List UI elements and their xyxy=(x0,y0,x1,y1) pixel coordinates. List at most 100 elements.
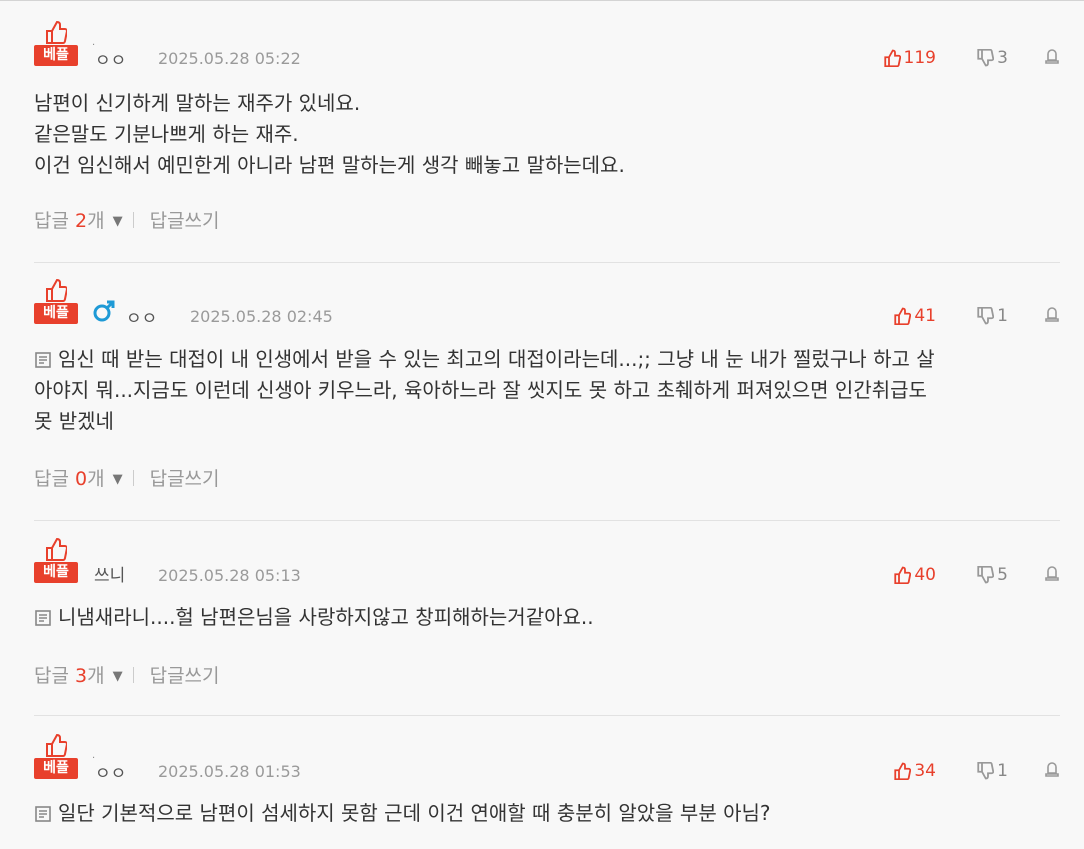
reply-label: 답글 xyxy=(34,468,69,490)
comment-line: 못 받겠네 xyxy=(34,409,114,433)
report-button[interactable] xyxy=(1044,565,1060,581)
report-button[interactable] xyxy=(1044,48,1060,64)
comment-date: 2025.05.28 01:53 xyxy=(158,762,301,781)
reply-label: 답글 xyxy=(34,665,69,687)
reply-bar: 답글 3개 ▼ 답글쓰기 xyxy=(34,661,220,688)
downvote-button[interactable]: 3 xyxy=(976,48,1008,68)
comment-date: 2025.05.28 05:13 xyxy=(158,566,301,585)
caret-down-icon: ▼ xyxy=(112,669,123,684)
reply-unit: 개 xyxy=(87,468,105,490)
comment-line: 이건 임신해서 예민한게 아니라 남편 말하는게 생각 빼놓고 말하는데요. xyxy=(34,153,625,177)
thumbs-up-icon xyxy=(46,20,67,44)
reply-toggle[interactable]: 답글 2개 ▼ xyxy=(34,210,129,232)
comment-header: 베플 · ㅇㅇ 2025.05.28 01:53 34 1 xyxy=(34,733,1060,784)
downvote-count: 3 xyxy=(997,48,1008,68)
comment-1: 베플 · ㅇㅇ 2025.05.28 05:22 119 3 남편이 신기하게 … xyxy=(34,20,1060,232)
thumbs-down-icon xyxy=(977,49,995,67)
reply-toggle[interactable]: 답글 3개 ▼ xyxy=(34,665,129,687)
comment-header: 베플 쓰니 2025.05.28 05:13 40 5 xyxy=(34,537,1060,586)
reply-count: 3 xyxy=(75,665,88,687)
comment-line: 남편이 신기하게 말하는 재주가 있네요. xyxy=(34,91,361,115)
comment-3: 베플 쓰니 2025.05.28 05:13 40 5 니냄새라니....헐 남… xyxy=(34,537,1060,687)
author-name[interactable]: 쓰니 xyxy=(94,561,125,586)
divider xyxy=(132,667,134,683)
caret-down-icon: ▼ xyxy=(112,214,123,229)
thumbs-up-icon xyxy=(46,733,67,757)
thumbs-up-icon xyxy=(894,307,912,325)
comment-divider xyxy=(34,715,1060,716)
comment-date: 2025.05.28 05:22 xyxy=(158,49,301,68)
downvote-button[interactable]: 1 xyxy=(976,306,1008,326)
downvote-count: 1 xyxy=(997,761,1008,781)
comment-line: 아야지 뭐...지금도 이런데 신생아 키우느라, 육아하느라 잘 씻지도 못 … xyxy=(34,378,927,402)
reply-count: 0 xyxy=(75,468,88,490)
reply-toggle[interactable]: 답글 0개 ▼ xyxy=(34,468,129,490)
downvote-button[interactable]: 1 xyxy=(976,761,1008,781)
best-badge-label: 베플 xyxy=(34,303,78,324)
downvote-button[interactable]: 5 xyxy=(976,565,1008,585)
author-name[interactable]: ㅇㅇ xyxy=(126,304,157,329)
comment-body: 임신 때 받는 대접이 내 인생에서 받을 수 있는 최고의 대접이라는데...… xyxy=(34,344,1060,437)
comment-body: 니냄새라니....헐 남편은님을 사랑하지않고 창피해하는거같아요.. xyxy=(34,602,1060,633)
best-badge-label: 베플 xyxy=(34,562,78,583)
reply-count: 2 xyxy=(75,210,88,232)
best-badge: 베플 xyxy=(34,20,78,68)
thumbs-up-icon xyxy=(46,537,67,561)
thumbs-down-icon xyxy=(977,762,995,780)
reply-unit: 개 xyxy=(87,665,105,687)
comment-line-text: 임신 때 받는 대접이 내 인생에서 받을 수 있는 최고의 대접이라는데...… xyxy=(58,347,935,371)
comment-line: 일단 기본적으로 남편이 섬세하지 못함 근데 이건 연애할 때 충분히 알았을… xyxy=(34,798,1060,829)
report-icon xyxy=(1045,49,1059,64)
best-badge-label: 베플 xyxy=(34,45,78,66)
downvote-count: 1 xyxy=(997,306,1008,326)
report-icon xyxy=(1045,566,1059,581)
downvote-count: 5 xyxy=(997,565,1008,585)
best-badge-label: 베플 xyxy=(34,758,78,779)
thumbs-up-icon xyxy=(883,49,901,67)
memo-icon xyxy=(35,806,51,822)
comment-line-text: 일단 기본적으로 남편이 섬세하지 못함 근데 이건 연애할 때 충분히 알았을… xyxy=(58,801,771,825)
best-badge: 베플 xyxy=(34,733,78,781)
upvote-count: 41 xyxy=(914,306,936,326)
upvote-button[interactable]: 40 xyxy=(893,565,936,585)
report-button[interactable] xyxy=(1044,306,1060,322)
write-reply-button[interactable]: 답글쓰기 xyxy=(150,665,220,687)
upvote-button[interactable]: 41 xyxy=(893,306,936,326)
comment-body: 일단 기본적으로 남편이 섬세하지 못함 근데 이건 연애할 때 충분히 알았을… xyxy=(34,798,1060,829)
comment-line-text: 니냄새라니....헐 남편은님을 사랑하지않고 창피해하는거같아요.. xyxy=(58,605,594,629)
write-reply-button[interactable]: 답글쓰기 xyxy=(150,210,220,232)
upvote-count: 40 xyxy=(914,565,936,585)
thumbs-up-icon xyxy=(46,278,67,302)
report-icon xyxy=(1045,762,1059,777)
comment-header: 베플 · ㅇㅇ 2025.05.28 05:22 119 3 xyxy=(34,20,1060,71)
memo-icon xyxy=(35,610,51,626)
comment-divider xyxy=(34,520,1060,521)
reply-bar: 답글 0개 ▼ 답글쓰기 xyxy=(34,464,220,491)
male-icon xyxy=(93,300,115,322)
report-icon xyxy=(1045,307,1059,322)
comment-line: 같은말도 기분나쁘게 하는 재주. xyxy=(34,122,299,146)
write-reply-button[interactable]: 답글쓰기 xyxy=(150,468,220,490)
comment-date: 2025.05.28 02:45 xyxy=(190,307,333,326)
comment-line: 임신 때 받는 대접이 내 인생에서 받을 수 있는 최고의 대접이라는데...… xyxy=(34,344,1060,375)
thumbs-up-icon xyxy=(894,566,912,584)
report-button[interactable] xyxy=(1044,761,1060,777)
upvote-count: 119 xyxy=(903,48,936,68)
divider xyxy=(132,470,134,486)
reply-label: 답글 xyxy=(34,210,69,232)
reply-unit: 개 xyxy=(87,210,105,232)
upvote-count: 34 xyxy=(914,761,936,781)
thumbs-down-icon xyxy=(977,307,995,325)
comment-line: 니냄새라니....헐 남편은님을 사랑하지않고 창피해하는거같아요.. xyxy=(34,602,1060,633)
author-name[interactable]: ㅇㅇ xyxy=(95,759,126,784)
upvote-button[interactable]: 34 xyxy=(893,761,936,781)
comment-4: 베플 · ㅇㅇ 2025.05.28 01:53 34 1 일단 기본적으로 남… xyxy=(34,733,1060,829)
best-badge: 베플 xyxy=(34,537,78,585)
author-name[interactable]: ㅇㅇ xyxy=(95,46,126,71)
comment-2: 베플 ㅇㅇ 2025.05.28 02:45 41 1 임신 때 받는 대접이 … xyxy=(34,278,1060,490)
divider xyxy=(132,212,134,228)
memo-icon xyxy=(35,352,51,368)
reply-bar: 답글 2개 ▼ 답글쓰기 xyxy=(34,206,220,233)
upvote-button[interactable]: 119 xyxy=(883,48,936,68)
comment-body: 남편이 신기하게 말하는 재주가 있네요. 같은말도 기분나쁘게 하는 재주. … xyxy=(34,88,1060,181)
